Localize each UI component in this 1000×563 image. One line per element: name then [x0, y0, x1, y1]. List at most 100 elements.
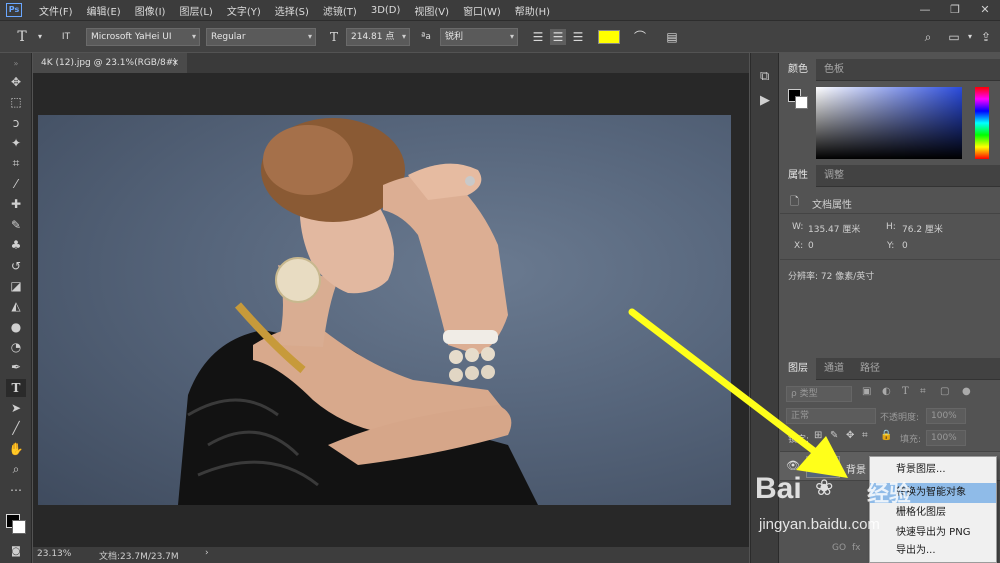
- actions-play-icon[interactable]: ▶: [760, 93, 770, 108]
- height-value[interactable]: 76.2 厘米: [902, 222, 943, 235]
- menu-image[interactable]: 图像(I): [128, 3, 173, 18]
- eraser-tool-icon[interactable]: ◪: [6, 277, 26, 295]
- warp-text-icon[interactable]: ⌒: [632, 29, 648, 45]
- panel-collapse-icon[interactable]: »: [6, 55, 26, 73]
- menu-view[interactable]: 视图(V): [407, 3, 456, 18]
- tab-swatches[interactable]: 色板: [816, 59, 852, 81]
- tab-properties[interactable]: 属性: [780, 164, 816, 187]
- visibility-eye-icon[interactable]: 👁: [786, 459, 800, 472]
- menu-file[interactable]: 文件(F): [32, 3, 80, 18]
- menu-help[interactable]: 帮助(H): [508, 3, 557, 18]
- blend-mode-select[interactable]: 正常: [786, 408, 876, 424]
- width-value[interactable]: 135.47 厘米: [808, 222, 860, 235]
- smart-object-filter-icon[interactable]: ▢: [940, 386, 949, 397]
- filter-toggle-icon[interactable]: ●: [962, 386, 971, 397]
- pixel-filter-icon[interactable]: ▣: [862, 386, 871, 397]
- adjustment-filter-icon[interactable]: ◐: [882, 386, 891, 397]
- chevron-down-icon[interactable]: ▾: [32, 29, 48, 45]
- share-icon[interactable]: ⇪: [978, 29, 994, 45]
- menu-item-rasterize-layer[interactable]: 栅格化图层: [870, 503, 996, 523]
- restore-button[interactable]: ❐: [940, 0, 970, 20]
- anti-alias-select[interactable]: 锐利 ▾: [440, 28, 518, 46]
- menu-3d[interactable]: 3D(D): [364, 5, 408, 16]
- shape-filter-icon[interactable]: ⌗: [920, 386, 926, 397]
- lasso-tool-icon[interactable]: ↄ: [6, 114, 26, 132]
- zoom-tool-icon[interactable]: ⌕: [6, 460, 26, 478]
- opacity-field[interactable]: 100%: [926, 408, 966, 424]
- lock-pixels-icon[interactable]: ✎: [830, 430, 838, 441]
- hue-slider[interactable]: [975, 87, 989, 159]
- y-value[interactable]: 0: [902, 241, 908, 251]
- menu-select[interactable]: 选择(S): [268, 3, 316, 18]
- align-right-icon[interactable]: ☰: [570, 29, 586, 45]
- type-tool-preset-icon[interactable]: T: [14, 29, 30, 45]
- line-tool-icon[interactable]: ╱: [6, 419, 26, 437]
- clone-stamp-tool-icon[interactable]: ♣: [6, 236, 26, 254]
- path-selection-tool-icon[interactable]: ➤: [6, 399, 26, 417]
- crop-tool-icon[interactable]: ⌗: [6, 154, 26, 172]
- font-size-select[interactable]: 214.81 点 ▾: [346, 28, 410, 46]
- menu-filter[interactable]: 滤镜(T): [316, 3, 364, 18]
- menu-item-background-layer[interactable]: 背景图层...: [870, 460, 996, 480]
- move-tool-icon[interactable]: ✥: [6, 73, 26, 91]
- close-tab-icon[interactable]: ×: [171, 53, 179, 73]
- menu-layer[interactable]: 图层(L): [172, 3, 219, 18]
- color-field[interactable]: [816, 87, 962, 159]
- layer-kind-filter[interactable]: ρ 类型: [786, 386, 852, 402]
- magic-wand-tool-icon[interactable]: ✦: [6, 134, 26, 152]
- eyedropper-tool-icon[interactable]: ⁄: [6, 175, 26, 193]
- more-tools-icon[interactable]: ⋯: [6, 481, 26, 499]
- menu-edit[interactable]: 编辑(E): [80, 3, 128, 18]
- menu-type[interactable]: 文字(Y): [220, 3, 268, 18]
- layer-style-icon[interactable]: fx: [852, 543, 861, 553]
- document-canvas-image[interactable]: [38, 115, 731, 505]
- lock-all-icon[interactable]: 🔒: [880, 430, 892, 441]
- menu-item-convert-to-smart-object[interactable]: 转换为智能对象: [870, 483, 996, 503]
- font-style-select[interactable]: Regular ▾: [206, 28, 316, 46]
- menu-window[interactable]: 窗口(W): [456, 3, 508, 18]
- tab-color[interactable]: 颜色: [780, 58, 816, 81]
- text-color-swatch[interactable]: [598, 30, 620, 44]
- zoom-level[interactable]: 23.13%: [37, 549, 71, 559]
- link-layers-icon[interactable]: GO: [832, 543, 846, 553]
- text-orientation-icon[interactable]: IT: [58, 29, 74, 45]
- tab-adjustments[interactable]: 调整: [816, 165, 852, 187]
- background-color-swatch[interactable]: [12, 520, 26, 534]
- menu-item-quick-export-png[interactable]: 快速导出为 PNG: [870, 523, 996, 543]
- search-icon[interactable]: ⌕: [920, 29, 936, 45]
- document-tab[interactable]: 4K (12).jpg @ 23.1%(RGB/8#) ×: [33, 53, 187, 73]
- marquee-tool-icon[interactable]: ⬚: [6, 93, 26, 111]
- tab-layers[interactable]: 图层: [780, 357, 816, 380]
- character-panel-icon[interactable]: ▤: [664, 29, 680, 45]
- minimize-button[interactable]: —: [910, 0, 940, 20]
- chevron-down-icon[interactable]: ▾: [962, 29, 978, 45]
- status-menu-arrow-icon[interactable]: ›: [205, 548, 209, 558]
- pen-tool-icon[interactable]: ✒: [6, 358, 26, 376]
- tab-paths[interactable]: 路径: [852, 358, 888, 380]
- lock-artboard-icon[interactable]: ⌗: [862, 430, 868, 441]
- workspace-icon[interactable]: ▭: [946, 29, 962, 45]
- type-tool-icon[interactable]: T: [6, 379, 26, 397]
- x-value[interactable]: 0: [808, 241, 814, 251]
- lock-transparent-icon[interactable]: ⊞: [814, 430, 822, 441]
- align-center-icon[interactable]: ☰: [550, 29, 566, 45]
- layer-name[interactable]: 背景: [846, 461, 866, 476]
- type-filter-icon[interactable]: T: [902, 386, 909, 397]
- align-left-icon[interactable]: ☰: [530, 29, 546, 45]
- quick-mask-icon[interactable]: ◙: [6, 543, 26, 561]
- background-color-chip[interactable]: [795, 96, 808, 109]
- hand-tool-icon[interactable]: ✋: [6, 440, 26, 458]
- paint-bucket-tool-icon[interactable]: ◭: [6, 297, 26, 315]
- font-family-select[interactable]: Microsoft YaHei UI ▾: [86, 28, 200, 46]
- close-window-button[interactable]: ✕: [970, 0, 1000, 20]
- tab-channels[interactable]: 通道: [816, 358, 852, 380]
- blur-tool-icon[interactable]: ●: [6, 318, 26, 336]
- history-panel-icon[interactable]: ⧉: [760, 69, 769, 84]
- fill-field[interactable]: 100%: [926, 430, 966, 446]
- lock-position-icon[interactable]: ✥: [846, 430, 854, 441]
- dodge-tool-icon[interactable]: ◔: [6, 338, 26, 356]
- menu-item-export-as[interactable]: 导出为...: [870, 541, 996, 561]
- healing-brush-tool-icon[interactable]: ✚: [6, 195, 26, 213]
- brush-tool-icon[interactable]: ✎: [6, 216, 26, 234]
- history-brush-tool-icon[interactable]: ↺: [6, 257, 26, 275]
